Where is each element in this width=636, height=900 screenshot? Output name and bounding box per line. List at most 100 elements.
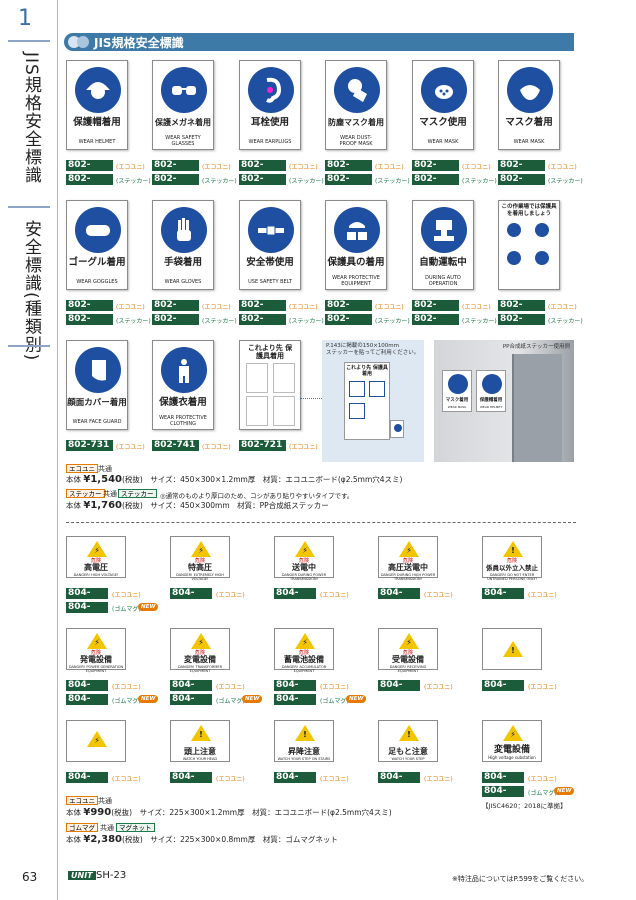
eco-label: エコユニ [66,464,98,473]
eco-tag: (エコユニ) [548,164,577,171]
product-code: 804-77B [378,772,420,793]
lightning-icon: ⚡ [510,730,516,739]
rubber-tag: (ゴムマグ) [112,606,141,613]
sign-label-jp: 保護メガネ着用 [155,118,211,127]
eco-label: エコユニ [66,796,98,805]
tax-note: (税抜) [111,808,133,817]
exclamation-icon: ! [511,546,515,555]
sign-label-jp: マスク使用 [419,117,467,128]
danger-label-en: WATCH YOUR STEP ON STAIRS [277,757,331,761]
sticker-tag: (ステッカー) [462,318,497,325]
glasses-icon [535,223,549,237]
eco-common: 共通 [98,797,112,805]
sign-equipment-ahead: これより先 保護具着用 [239,340,301,430]
page-number: 63 [22,870,38,884]
product-code: 804-104 [274,694,316,715]
product-code: 802-721 [239,440,286,451]
photo-sign-label-en: WEAR MASK [447,405,467,409]
footer-note: ※特注品についてはP.599をご覧ください。 [452,875,589,883]
sign-label-jp: 耳栓使用 [250,117,289,128]
product-code: 804-52B [274,588,316,609]
sticker-tag: (ステッカー) [289,318,324,325]
eco-tag: (エコユニ) [216,592,245,599]
sign-label-en: WEAR GLOVES [164,279,202,285]
blank-slot [246,363,268,393]
product-code: 802-612A [152,174,199,195]
product-code: 802-701A [412,300,459,321]
sign-glasses: 保護メガネ着用 WEAR SAFETY GLASSES [152,60,214,150]
dust-mask-icon [348,79,367,102]
lightning-icon: ⚡ [94,546,100,555]
eco-price: ¥990 [83,807,112,818]
danger-label-en: DANGER! DO NOT ENTER UNTRAINED PERSONS O… [487,573,537,581]
photo-sign-mask: マスク着用 WEAR MASK [442,370,472,412]
eco-tag: (エコユニ) [116,304,145,311]
sign-label-jp: 保護帽着用 [73,117,121,128]
danger-sign-receiving: ⚡ 危険 受電設備 DANGER! RECEIVING EQUIPMENT [378,628,438,673]
price-prefix: 本体 [66,475,81,484]
side-section-type: 安全標識(種類別) [21,220,41,362]
side-separator [8,40,50,42]
rubber-common: 共通 [100,824,114,832]
lightning-icon: ⚡ [406,638,412,647]
sign-label-jp: これより先 保護具着用 [247,344,293,360]
eco-tag: (エコユニ) [424,592,453,599]
danger-label-en: DANGER! EXTREMELY HIGH VOLTAGE! [176,573,224,581]
door [512,354,562,462]
tax-note: (税抜) [121,835,143,844]
danger-label-jp: 特高圧 [188,563,212,572]
product-code: 804-50B [66,588,108,609]
sign-mask-wear: マスク着用 WEAR MASK [498,60,560,150]
callout-box: P.143に掲載の150×100mm ステッカーを貼ってご利用ください。 これより… [322,340,424,462]
eco-label-text: エコユニ [69,465,95,473]
eco-tag: (エコユニ) [112,684,141,691]
exclamation-icon: ! [511,646,515,655]
blank-slot [273,396,295,426]
sign-label-jp: 手袋着用 [163,257,202,268]
sign-label-jp: 安全帯使用 [246,257,294,268]
lightning-icon: ⚡ [302,638,308,647]
eco-tag: (エコユニ) [289,164,318,171]
rubber-price: ¥2,380 [83,834,122,845]
sticker-price-line: 本体 ¥1,760(税抜) サイズ：450×300mm 材質：PP合成紙ステッカ… [66,500,329,511]
lightning-icon: ⚡ [198,546,204,555]
sign-label-en: WEAR DUST-PROOF MASK [339,135,373,147]
product-code: 804-105 [482,786,524,807]
product-code: 802-671A [152,300,199,321]
danger-label-en: DANGER! RECEIVING EQUIPMENT [389,665,427,673]
eco-tag: (エコユニ) [320,776,349,783]
sign-gloves: 手袋着用 WEAR GLOVES [152,200,214,290]
rubber-price-line: 本体 ¥2,380(税抜) サイズ：225×300×0.8mm厚 材質：ゴムマグ… [66,834,338,845]
product-code: 802-741 [152,440,199,451]
danger-label-jp: 足もと注意 [388,747,428,756]
sign-label-en: DURING AUTO OPERATION [425,275,461,287]
price-prefix: 本体 [66,501,81,510]
product-code: 804-59B [482,680,524,701]
eco-tag: (エコユニ) [216,776,245,783]
usage-photo: PP合成紙ステッカー使用例 マスク着用 WEAR MASK 保護帽着用 WEAR… [434,340,574,462]
eco-price-line: 本体 ¥1,540(税抜) サイズ：450×300×1.2mm厚 材質：エコユニ… [66,474,402,485]
rubber-tag: (ゴムマグ) [320,698,349,705]
danger-label-jp: 変電設備 [493,745,530,755]
section-title: JIS規格安全標識 [94,36,184,50]
sticker-tag: (ステッカー) [462,178,497,185]
mini-sticker [349,403,365,419]
danger-label-jp: 頭上注意 [184,747,216,756]
blank-slot [246,396,268,426]
photo-caption: PP合成紙ステッカー使用例 [502,344,570,350]
new-badge: NEW [242,695,263,703]
product-code: 802-642A [412,174,459,195]
product-code: 802-712A [498,314,545,335]
mini-sign-title: これより先 保護具着用 [346,365,388,377]
sticker-tag: (ステッカー) [375,178,410,185]
mask-icon [507,251,521,265]
rubber-tag: (ゴムマグ) [112,698,141,705]
danger-label-en: WATCH YOUR HEAD [182,757,218,761]
sign-label-jp: 保護具の着用 [327,257,385,268]
photo-sign-label: 保護帽着用 [479,398,503,403]
sign-label-en: WEAR FACE GUARD [72,419,122,425]
danger-sign-accumulator: ⚡ 危険 蓄電池設備 DANGER! ACCUMULATOR EQUIPMENT [274,628,334,673]
sticker-tag: (ステッカー) [202,318,237,325]
callout-text-line: P.143に掲載の150×100mm [326,343,400,349]
blank-slot [273,363,295,393]
